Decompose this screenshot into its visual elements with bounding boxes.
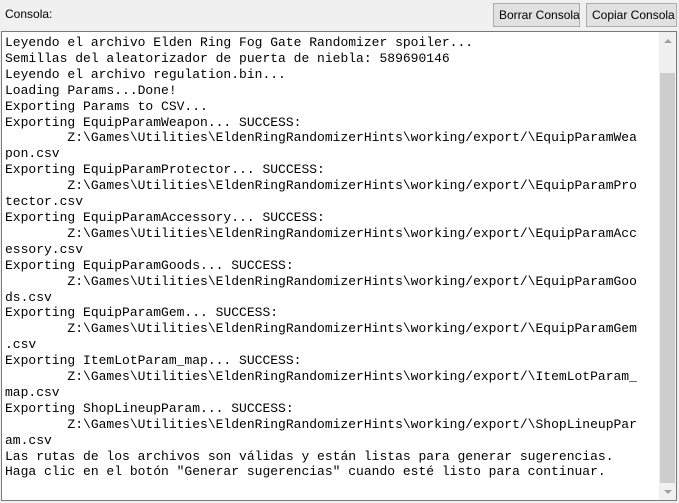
console-line: Exporting ItemLotParam_map... SUCCESS: — [5, 353, 302, 369]
console-line: Z:\Games\Utilities\EldenRingRandomizerHi… — [5, 225, 637, 241]
console-line: Haga clic en el botón "Generar sugerenci… — [5, 464, 606, 480]
console-line: Exporting EquipParamAccessory... SUCCESS… — [5, 209, 325, 225]
console-line: Exporting EquipParamGem... SUCCESS: — [5, 305, 279, 321]
console-line: pon.csv — [5, 146, 60, 162]
console-line: Loading Params...Done! — [5, 82, 177, 98]
console-output[interactable]: Leyendo el archivo Elden Ring Fog Gate R… — [1, 31, 677, 501]
console-line: Z:\Games\Utilities\EldenRingRandomizerHi… — [5, 130, 637, 146]
console-line: Exporting EquipParamProtector... SUCCESS… — [5, 162, 325, 178]
console-line: Semillas del aleatorizador de puerta de … — [5, 50, 450, 66]
console-line: Z:\Games\Utilities\EldenRingRandomizerHi… — [5, 273, 637, 289]
console-panel: Consola: Borrar Consola Copiar Consola L… — [0, 0, 679, 503]
console-line: Exporting EquipParamGoods... SUCCESS: — [5, 257, 294, 273]
console-line: Leyendo el archivo Elden Ring Fog Gate R… — [5, 35, 474, 50]
console-line: Leyendo el archivo regulation.bin... — [5, 66, 286, 82]
console-line: map.csv — [5, 384, 60, 400]
copy-console-button[interactable]: Copiar Consola — [586, 3, 677, 27]
console-line: .csv — [5, 337, 37, 353]
console-line: tector.csv — [5, 194, 84, 210]
scroll-up-arrow-icon[interactable] — [659, 32, 676, 49]
console-text: Leyendo el archivo Elden Ring Fog Gate R… — [5, 35, 653, 480]
console-line: Z:\Games\Utilities\EldenRingRandomizerHi… — [5, 178, 637, 194]
console-label: Consola: — [5, 7, 53, 21]
console-line: ds.csv — [5, 289, 52, 305]
console-line: Z:\Games\Utilities\EldenRingRandomizerHi… — [5, 416, 637, 432]
console-line: Exporting Params to CSV... — [5, 98, 208, 114]
console-line: am.csv — [5, 432, 52, 448]
console-line: Z:\Games\Utilities\EldenRingRandomizerHi… — [5, 321, 637, 337]
console-line: Z:\Games\Utilities\EldenRingRandomizerHi… — [5, 369, 637, 385]
clear-console-button[interactable]: Borrar Consola — [493, 3, 580, 27]
console-line: Exporting ShopLineupParam... SUCCESS: — [5, 400, 294, 416]
vertical-scrollbar[interactable] — [659, 32, 676, 500]
console-line: Exporting EquipParamWeapon... SUCCESS: — [5, 114, 302, 130]
scroll-down-arrow-icon[interactable] — [659, 483, 676, 500]
console-line: Las rutas de los archivos son válidas y … — [5, 448, 614, 464]
console-line: essory.csv — [5, 241, 84, 257]
scrollbar-thumb[interactable] — [660, 73, 675, 489]
